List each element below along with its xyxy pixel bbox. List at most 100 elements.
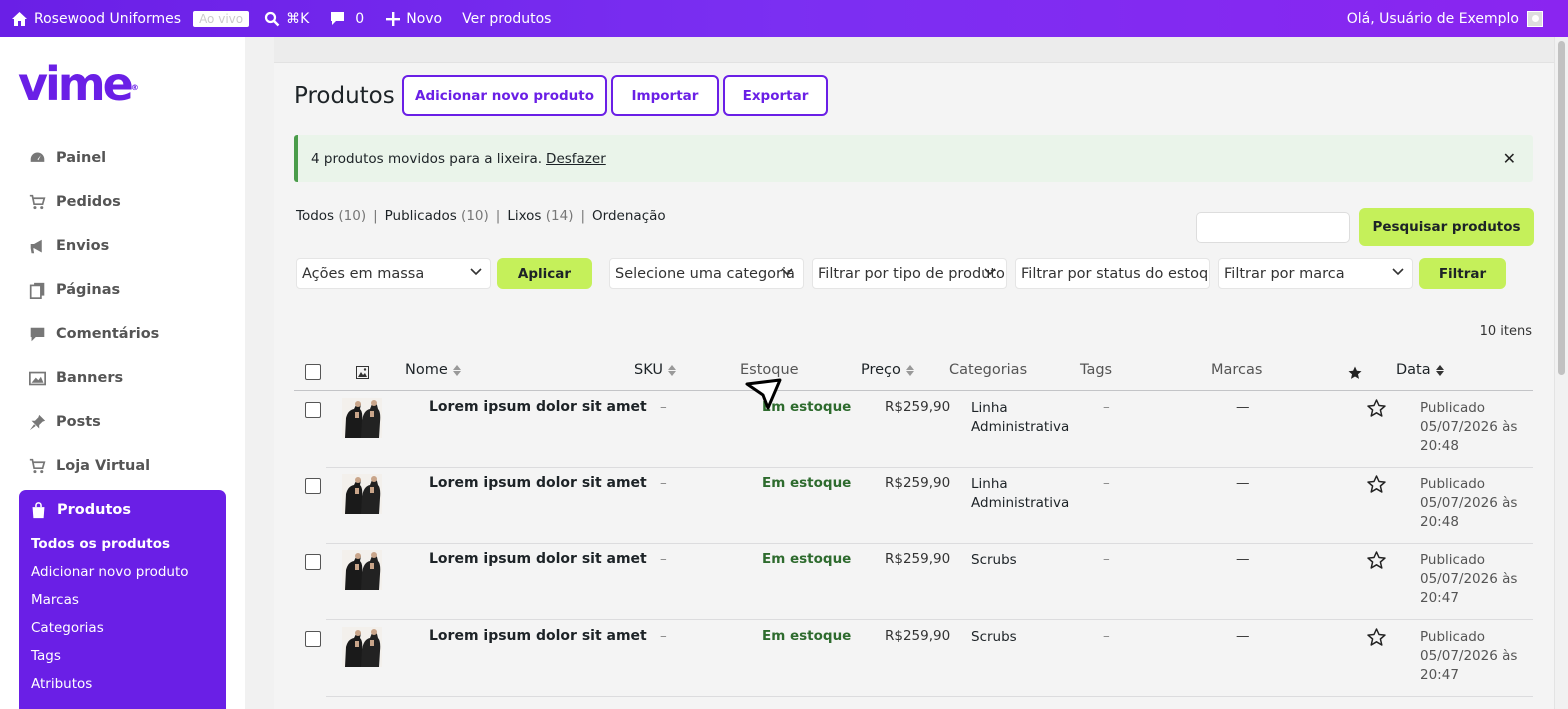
row-checkbox[interactable] (305, 631, 321, 647)
export-button[interactable]: Exportar (723, 75, 828, 116)
sidebar-item-posts[interactable]: Posts (0, 400, 245, 444)
product-name-link[interactable]: Lorem ipsum dolor sit amet (429, 628, 647, 644)
category-link[interactable]: Scrubs (971, 628, 1091, 647)
view-label: Publicados (384, 208, 457, 224)
view-sorting-link[interactable]: Ordenação (592, 208, 666, 224)
dashboard-icon (30, 152, 45, 162)
undo-link[interactable]: Desfazer (546, 151, 606, 167)
sidebar-active-head[interactable]: Produtos (19, 490, 226, 530)
product-thumbnail[interactable] (342, 474, 382, 514)
top-strip (274, 37, 1554, 63)
submenu-categories[interactable]: Categorias (19, 614, 226, 642)
registered-mark: ® (130, 83, 139, 92)
import-button[interactable]: Importar (611, 75, 719, 116)
column-price[interactable]: Preço (861, 362, 914, 378)
sort-icon (1435, 364, 1444, 376)
publish-status: Publicado (1420, 400, 1486, 416)
product-search-input[interactable] (1196, 212, 1350, 243)
sidebar-item-loja-virtual[interactable]: Loja Virtual (0, 444, 245, 488)
featured-star-icon[interactable] (1367, 475, 1386, 493)
apply-button[interactable]: Aplicar (497, 258, 592, 289)
view-published-link[interactable]: Publicados (10) (385, 208, 489, 224)
category-link[interactable]: Linha Administrativa (971, 399, 1091, 437)
brands-value: — (1236, 551, 1250, 567)
view-products-link[interactable]: Ver produtos (462, 11, 551, 27)
product-thumbnail[interactable] (342, 550, 382, 590)
view-label: Lixos (507, 208, 542, 224)
sku-value: – (660, 475, 667, 491)
scrollbar-thumb[interactable] (1558, 41, 1565, 375)
sidebar-item-comentarios[interactable]: Comentários (0, 312, 245, 356)
featured-star-icon[interactable] (1367, 551, 1386, 569)
search-shortcut[interactable]: ⌘K (264, 11, 309, 27)
bulk-actions-select[interactable]: Ações em massa (296, 258, 491, 289)
product-name-link[interactable]: Lorem ipsum dolor sit amet (429, 475, 647, 491)
comments-link[interactable]: 0 (330, 11, 364, 27)
row-checkbox[interactable] (305, 554, 321, 570)
sidebar-item-pedidos[interactable]: Pedidos (0, 180, 245, 224)
row-checkbox[interactable] (305, 478, 321, 494)
sidebar-item-envios[interactable]: Envios (0, 224, 245, 268)
sidebar-item-painel[interactable]: Painel (0, 136, 245, 180)
trash-notice: 4 produtos movidos para a lixeira. Desfa… (294, 135, 1533, 182)
column-stock: Estoque (740, 362, 799, 378)
publish-status: Publicado (1420, 476, 1486, 492)
page-title: Produtos (294, 83, 395, 109)
chevron-down-icon (781, 268, 793, 276)
filter-button[interactable]: Filtrar (1419, 258, 1506, 289)
sort-icon (452, 364, 461, 376)
search-icon (265, 11, 280, 26)
featured-star-icon[interactable] (1348, 366, 1362, 380)
site-home-link[interactable]: Rosewood Uniformes (11, 11, 181, 27)
sidebar-item-label: Pedidos (56, 194, 121, 210)
view-trash-link[interactable]: Lixos (14) (507, 208, 573, 224)
publish-status: Publicado (1420, 629, 1486, 645)
row-checkbox[interactable] (305, 402, 321, 418)
brands-value: — (1236, 475, 1250, 491)
user-account-menu[interactable]: Olá, Usuário de Exemplo (1347, 0, 1543, 37)
product-name-link[interactable]: Lorem ipsum dolor sit amet (429, 399, 647, 415)
submenu-brands[interactable]: Marcas (19, 586, 226, 614)
featured-star-icon[interactable] (1367, 628, 1386, 646)
logo-text: vime (18, 57, 134, 111)
publish-status: Publicado (1420, 552, 1486, 568)
pages-icon (29, 282, 45, 299)
view-all-link[interactable]: Todos (10) (296, 208, 366, 224)
category-filter-select[interactable]: Selecione uma categoria (609, 258, 804, 289)
table-row[interactable]: Lorem ipsum dolor sit amet – Em estoque R$2… (326, 620, 1533, 697)
table-row[interactable]: Lorem ipsum dolor sit amet – Em estoque R$2… (326, 391, 1533, 468)
add-new-product-button[interactable]: Adicionar novo produto (402, 75, 607, 116)
product-name-link[interactable]: Lorem ipsum dolor sit amet (429, 551, 647, 567)
category-link[interactable]: Scrubs (971, 551, 1091, 570)
product-thumbnail[interactable] (342, 627, 382, 667)
featured-star-icon[interactable] (1367, 399, 1386, 417)
dismiss-notice-icon[interactable]: ✕ (1503, 149, 1516, 168)
table-row[interactable]: Lorem ipsum dolor sit amet – Em estoque R$2… (326, 467, 1533, 544)
submenu-attributes[interactable]: Atributos (19, 670, 226, 698)
product-thumbnail[interactable] (342, 398, 382, 438)
brand-logo[interactable]: vime® (18, 61, 139, 107)
submenu-tags[interactable]: Tags (19, 642, 226, 670)
submenu-all-products[interactable]: Todos os produtos (19, 530, 226, 558)
submenu-add-product[interactable]: Adicionar novo produto (19, 558, 226, 586)
search-products-button[interactable]: Pesquisar produtos (1359, 208, 1534, 246)
column-brands: Marcas (1211, 362, 1262, 378)
product-type-filter-select[interactable]: Filtrar por tipo de produto (812, 258, 1007, 289)
new-menu[interactable]: Novo (386, 11, 442, 27)
brand-filter-select[interactable]: Filtrar por marca (1218, 258, 1413, 289)
sidebar-item-paginas[interactable]: Páginas (0, 268, 245, 312)
sidebar-item-banners[interactable]: Banners (0, 356, 245, 400)
separator: | (495, 208, 501, 224)
table-row[interactable]: Lorem ipsum dolor sit amet – Em estoque R$2… (326, 543, 1533, 620)
column-sku[interactable]: SKU (634, 362, 676, 378)
pin-icon (29, 414, 46, 430)
view-count: (10) (461, 208, 489, 224)
page-scrollbar[interactable] (1554, 37, 1568, 709)
column-name[interactable]: Nome (405, 362, 461, 378)
date-cell: Publicado 05/07/2026 às 20:48 (1420, 475, 1517, 532)
column-date[interactable]: Data (1396, 362, 1444, 378)
sidebar-item-produtos[interactable]: Produtos Todos os produtos Adicionar nov… (19, 490, 226, 709)
category-link[interactable]: Linha Administrativa (971, 475, 1091, 513)
select-all-checkbox[interactable] (305, 364, 321, 380)
stock-status-filter-select[interactable]: Filtrar por status do estoque (1015, 258, 1210, 289)
